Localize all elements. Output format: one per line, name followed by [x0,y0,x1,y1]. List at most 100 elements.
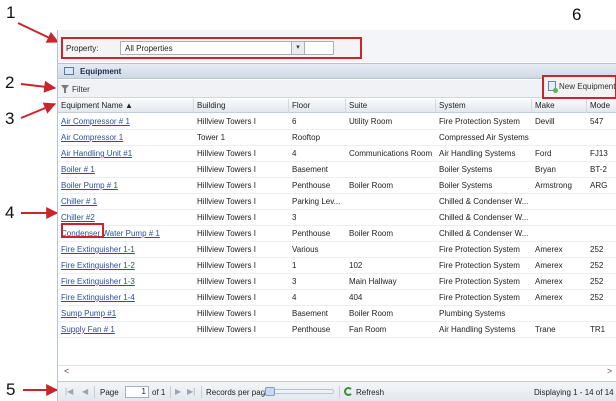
pager-separator [339,386,340,398]
column-header-building[interactable]: Building [194,99,289,113]
toolbar: Filter New Equipment [58,75,616,99]
table-row[interactable]: Chiller #2 Hillview Towers I 3 Chilled & Co… [58,210,616,226]
last-page-button[interactable]: ▶| [187,387,195,396]
column-header-floor[interactable]: Floor [289,99,346,113]
property-callout-box: Property: All Properties ▾ [61,37,362,59]
table-row[interactable]: Condenser Water Pump # 1 Hillview Towers … [58,226,616,242]
prev-page-button[interactable]: ◀ [82,387,88,396]
cell-floor: 4 [292,293,297,302]
cell-system: Compressed Air Systems [439,133,529,142]
cell-building: Hillview Towers I [197,197,256,206]
cell-building: Hillview Towers I [197,213,256,222]
table-row[interactable]: Boiler Pump # 1 Hillview Towers I Penthous… [58,178,616,194]
column-header-suite[interactable]: Suite [346,99,436,113]
new-equipment-button[interactable]: New Equipment [548,81,615,93]
callout-3: 3 [5,109,15,128]
cell-floor: Rooftop [292,133,321,142]
cell-model: BT-2 [590,165,607,174]
cell-system: Fire Protection System [439,245,520,254]
page-of-label: of 1 [152,388,166,397]
cell-suite: 102 [349,261,363,270]
table-row[interactable]: Supply Fan # 1 Hillview Towers I Penthouse… [58,322,616,338]
cell-equipment-name[interactable]: Chiller # 1 [58,194,194,210]
cell-make [532,130,587,146]
cell-system: Chilled & Condenser W... [439,213,529,222]
cell-suite: Main Hallway [349,277,397,286]
cell-equipment-name[interactable]: Fire Extinguisher 1-4 [58,290,194,306]
callout-1: 1 [6,3,16,22]
column-header-model[interactable]: Mode [587,99,616,113]
column-header-make[interactable]: Make [532,99,587,113]
first-page-button[interactable]: |◀ [65,387,73,396]
cell-equipment-name[interactable]: Fire Extinguisher 1-2 [58,258,194,274]
cell-equipment-name[interactable]: Boiler # 1 [58,162,194,178]
table-row[interactable]: Chiller # 1 Hillview Towers I Parking Lev.… [58,194,616,210]
filter-icon [61,84,69,94]
column-header-system[interactable]: System [436,99,532,113]
table-row[interactable]: Fire Extinguisher 1-1 Hillview Towers I Va… [58,242,616,258]
cell-make [532,306,587,322]
cell-model: 547 [590,117,604,126]
cell-model: FJ13 [590,149,608,158]
cell-building: Tower 1 [197,133,226,142]
cell-system: Plumbing Systems [439,309,506,318]
chevron-down-icon[interactable]: ▾ [291,41,305,55]
cell-system: Boiler Systems [439,165,493,174]
slider-thumb[interactable] [265,387,275,396]
page-label: Page [100,388,119,397]
cell-floor: 3 [292,213,297,222]
cell-suite [346,210,436,226]
cell-building: Hillview Towers I [197,149,256,158]
scroll-right-arrow[interactable]: > [607,366,612,376]
cell-make: Ford [535,149,552,158]
cell-floor: Basement [292,309,329,318]
table-row[interactable]: Air Compressor 1 Tower 1 Rooftop Compressed… [58,130,616,146]
cell-make: Amerex [535,245,563,254]
cell-equipment-name[interactable]: Supply Fan # 1 [58,322,194,338]
cell-model: 252 [590,261,604,270]
table-row[interactable]: Fire Extinguisher 1-2 Hillview Towers I 1 1… [58,258,616,274]
table-row[interactable]: Air Compressor # 1 Hillview Towers I 6 Util… [58,114,616,130]
cell-model [587,226,616,242]
cell-system: Air Handling Systems [439,325,516,334]
horizontal-scrollbar[interactable]: < > [58,365,616,376]
cell-model [587,210,616,226]
table-row[interactable]: Fire Extinguisher 1-3 Hillview Towers I 3 M… [58,274,616,290]
refresh-button[interactable]: Refresh [356,388,384,397]
cell-equipment-name[interactable]: Air Handling Unit #1 [58,146,194,162]
grid-header: Equipment Name ▲ Building Floor Suite Sy… [58,99,616,113]
column-header-equipment-name[interactable]: Equipment Name ▲ [58,99,194,113]
filter-button[interactable]: Filter [61,83,90,95]
table-row[interactable]: Fire Extinguisher 1-4 Hillview Towers I 4 4… [58,290,616,306]
pager-separator [201,386,202,398]
new-document-icon [548,81,558,93]
cell-building: Hillview Towers I [197,165,256,174]
cell-equipment-name[interactable]: Air Compressor 1 [58,130,194,146]
cell-floor: Penthouse [292,181,331,190]
table-row[interactable]: Boiler # 1 Hillview Towers I Basement Boile… [58,162,616,178]
cell-suite: Boiler Room [349,181,394,190]
scroll-left-arrow[interactable]: < [64,366,69,376]
cell-equipment-name[interactable]: Boiler Pump # 1 [58,178,194,194]
cell-model: TR1 [590,325,606,334]
page-number-input[interactable]: 1 [125,386,149,398]
cell-floor: 1 [292,261,297,270]
cell-equipment-name[interactable]: Air Compressor # 1 [58,114,194,130]
cell-system: Fire Protection System [439,117,520,126]
refresh-icon[interactable] [344,387,353,396]
cell-equipment-name[interactable]: Fire Extinguisher 1-1 [58,242,194,258]
cell-equipment-name[interactable]: Sump Pump #1 [58,306,194,322]
cell-floor: Various [292,245,319,254]
table-row[interactable]: Air Handling Unit #1 Hillview Towers I 4 Co… [58,146,616,162]
cell-building: Hillview Towers I [197,277,256,286]
cell-make: Amerex [535,277,563,286]
cell-equipment-name[interactable]: Fire Extinguisher 1-3 [58,274,194,290]
records-per-page-slider[interactable] [264,387,334,396]
next-page-button[interactable]: ▶ [175,387,181,396]
cell-suite [346,194,436,210]
display-count: Displaying 1 - 14 of 14 [534,388,614,397]
arrow-1 [17,22,60,43]
cell-system: Chilled & Condenser W... [439,229,529,238]
table-row[interactable]: Sump Pump #1 Hillview Towers I Basement Boi… [58,306,616,322]
pager-separator [170,386,171,398]
